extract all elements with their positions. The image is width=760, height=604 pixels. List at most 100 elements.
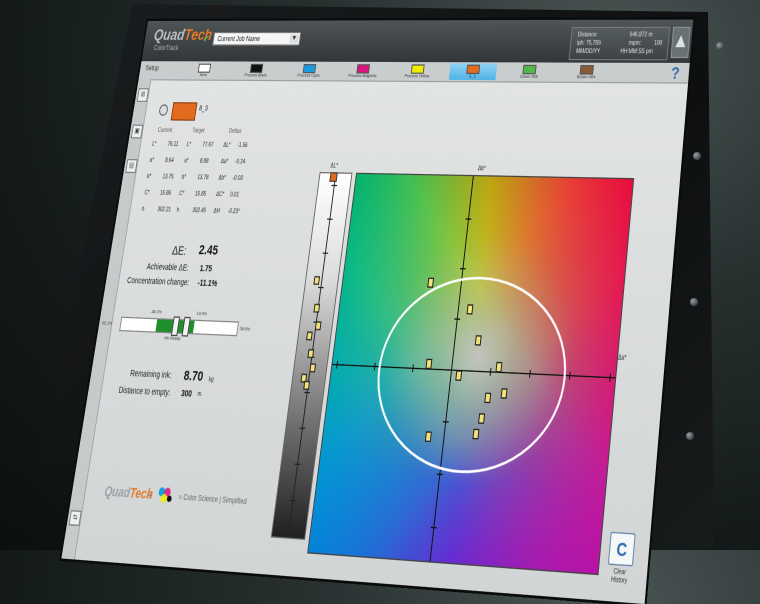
da-tick (610, 374, 611, 382)
lab-key: C* (144, 190, 150, 197)
target-icon[interactable]: ▣ (131, 125, 143, 139)
ink-tab[interactable]: Process Magenta (339, 63, 386, 79)
ink-tabs-bar: Setup Nme Process Black Process Cyan Pro… (138, 61, 689, 83)
product-name: ColorTrack (153, 46, 179, 53)
da-tick (530, 370, 531, 378)
measurement-point (479, 414, 485, 423)
zone-left-label: -92.1% (101, 319, 113, 326)
da-tick (413, 364, 414, 372)
bezel-screw-icon (693, 152, 701, 160)
zone-caption: Ink Ready (164, 334, 181, 341)
lab-value: 302.45 (192, 207, 207, 214)
app-screen: QuadTech ColorTrack ✔ Current Job Name ▼… (61, 20, 693, 604)
col-header-target: Target (192, 128, 205, 135)
lab-key: Δa* (220, 158, 228, 165)
concentration-label: Concentration change: (126, 277, 189, 288)
lab-value: 15.86 (159, 190, 171, 197)
lab-value: 0.01 (230, 192, 240, 199)
lab-key: b* (181, 174, 186, 181)
lightness-point (310, 364, 316, 372)
ink-tab[interactable]: Process Cyan (286, 63, 333, 79)
lab-value: 302.21 (157, 206, 171, 213)
lab-key: a* (149, 157, 154, 164)
delta-e-value: 2.45 (198, 243, 219, 258)
zone-right-top: 13.9% (196, 310, 207, 317)
measurement-point (485, 393, 491, 402)
db-axis-line (430, 176, 473, 561)
delta-e-label: ΔE: (171, 245, 187, 259)
tools-icon[interactable]: ▤ (125, 159, 138, 173)
ink-tab[interactable]: Brown 464 (562, 64, 612, 81)
da-tick (374, 363, 375, 371)
achievable-de-value: 1.75 (199, 265, 212, 274)
lab-key: L* (152, 141, 157, 148)
ink-tab-selected[interactable]: 8_3 (449, 63, 497, 80)
clear-history-button[interactable]: C (608, 532, 636, 567)
lab-value: 13.78 (197, 174, 209, 181)
ink-select-radio[interactable] (158, 104, 168, 116)
lightness-point (301, 374, 307, 382)
lightness-point (315, 322, 321, 330)
selected-ink-name: 8_3 (199, 106, 209, 113)
lab-key: ΔL* (223, 142, 231, 149)
lightness-point (304, 381, 310, 389)
lab-value: 8.88 (199, 158, 209, 165)
press-overview-icon[interactable]: ⊞ (137, 88, 149, 102)
bezel-screw-icon (686, 432, 694, 440)
job-status-check-icon: ✔ (202, 33, 210, 45)
lab-value: -1.56 (237, 142, 248, 149)
lightness-point (314, 277, 320, 285)
lab-value: 76.11 (167, 141, 179, 148)
lab-key: h (176, 207, 180, 214)
press-info-panel: Distance: 546,872 m iph: 75,789 mpm: 100… (569, 27, 671, 61)
lab-key: h (141, 206, 145, 213)
lab-key: a* (184, 158, 189, 165)
eject-button[interactable] (670, 27, 690, 58)
ink-tab[interactable]: Process Yellow (394, 63, 442, 80)
measurement-point (473, 429, 479, 438)
distance-empty-value: 300 (180, 390, 192, 399)
da-axis-label: Δa* (618, 354, 627, 362)
achievable-de-label: Achievable ΔE: (146, 263, 189, 273)
da-tick (337, 361, 338, 369)
compare-icon[interactable]: ⇆ (69, 510, 82, 526)
title-bar: QuadTech ColorTrack ✔ Current Job Name ▼… (142, 20, 694, 63)
remaining-ink-value: 8.70 (183, 369, 205, 385)
lab-key: ΔC* (216, 191, 225, 198)
distance-empty-unit: m (197, 391, 202, 399)
ink-tab[interactable]: Nme (181, 62, 227, 78)
job-select-dropdown[interactable]: Current Job Name ▼ (212, 32, 301, 46)
lab-key: Δb* (218, 175, 226, 182)
measurement-point (467, 305, 473, 314)
lab-value: -0.24 (234, 159, 245, 166)
measurement-point (426, 359, 432, 368)
ink-tab[interactable]: Process Black (233, 63, 279, 79)
ink-tab[interactable]: Green 366 (505, 64, 554, 81)
ab-color-plot (307, 173, 634, 576)
lightness-point (314, 304, 320, 312)
remaining-ink-label: Remaining ink: (129, 370, 172, 381)
measurement-point (501, 389, 507, 398)
measurement-point (496, 363, 502, 372)
dl-axis-label: ΔL* (330, 163, 338, 170)
help-icon[interactable]: ? (670, 63, 680, 82)
lab-value: 13.75 (162, 174, 174, 181)
lightness-point (307, 332, 313, 340)
bezel-screw-icon (690, 298, 698, 306)
da-tick (569, 372, 570, 380)
lab-key: C* (179, 190, 185, 197)
lab-key: ΔH (213, 208, 220, 215)
lab-value: -0.03 (232, 175, 243, 182)
chevron-down-icon: ▼ (289, 34, 299, 43)
concentration-value: -11.1% (197, 279, 218, 288)
da-tick (490, 368, 491, 376)
col-header-deltas: Deltas (228, 128, 241, 135)
lab-key: L* (186, 141, 191, 148)
measurement-point (428, 278, 434, 287)
ab-scatter (308, 174, 633, 574)
setup-tab[interactable]: Setup (145, 66, 159, 73)
lightness-point (308, 350, 314, 358)
zone-left-top: -36.1% (150, 308, 162, 315)
remaining-ink-unit: kg (208, 376, 214, 384)
measurement-point (425, 432, 431, 441)
